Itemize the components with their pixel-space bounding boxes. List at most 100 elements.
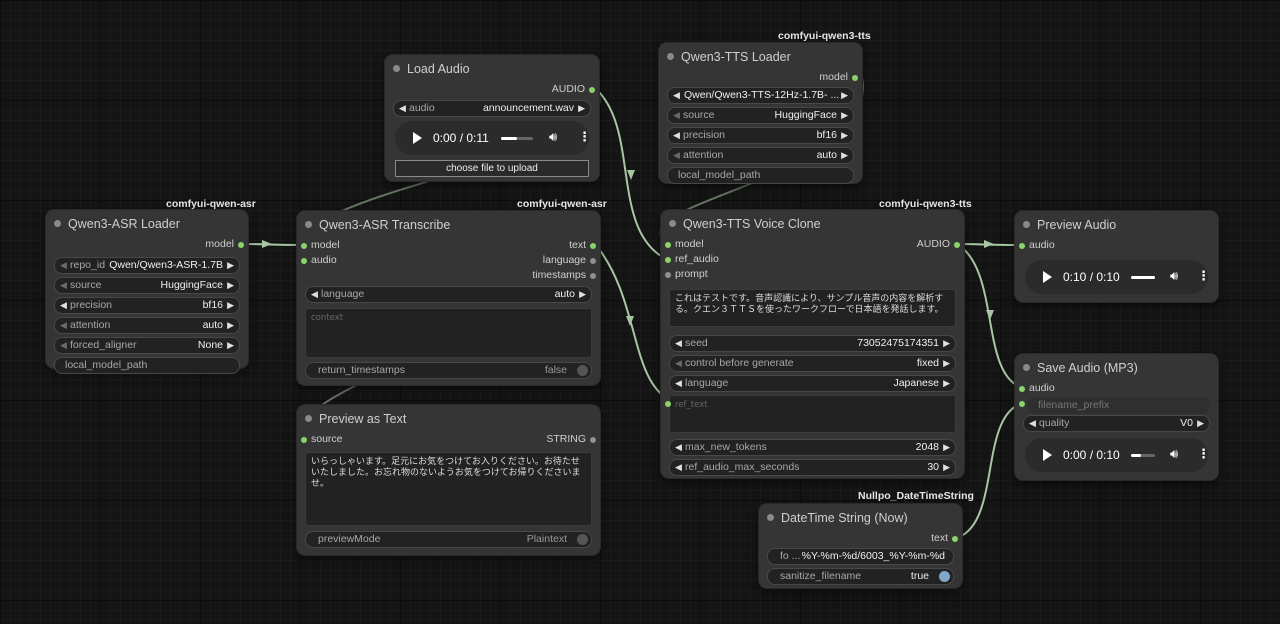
node-qwen3-asr-loader[interactable]: Qwen3-ASR Loader model ◀ repo_id Qwen/Qwen… (46, 210, 248, 374)
play-icon[interactable] (1043, 271, 1052, 283)
slot-row-audio[interactable]: audio (1015, 239, 1218, 254)
output-slot-text[interactable]: text (759, 532, 962, 547)
combo-attention[interactable]: ◀ attention auto ▶ (667, 147, 854, 164)
node-save-audio-mp3[interactable]: Save Audio (MP3) audio filename_prefix ◀… (1015, 354, 1218, 480)
collapse-dot-icon[interactable] (305, 415, 312, 422)
node-title[interactable]: Save Audio (MP3) (1015, 354, 1218, 382)
number-seed[interactable]: ◀ seed 73052475174351 ▶ (669, 335, 956, 352)
collapse-dot-icon[interactable] (393, 65, 400, 72)
slot-row-ref-audio[interactable]: ref_audio (661, 253, 964, 268)
slot-row-timestamps[interactable]: timestamps (297, 269, 600, 284)
collapse-dot-icon[interactable] (305, 221, 312, 228)
text-local-model-path[interactable]: local_model_path (54, 357, 240, 374)
node-qwen3-tts-voice-clone[interactable]: Qwen3-TTS Voice Clone model AUDIO ref_au… (661, 210, 964, 478)
node-title[interactable]: Preview as Text (297, 405, 600, 433)
slot-row-model-text[interactable]: model text (297, 239, 600, 254)
slot-dot-icon[interactable] (852, 75, 858, 81)
text-filename-prefix[interactable]: filename_prefix (1027, 397, 1210, 414)
combo-language[interactable]: ◀ language auto ▶ (305, 286, 592, 303)
slot-dot-icon[interactable] (665, 401, 671, 407)
node-qwen3-tts-loader[interactable]: Qwen3-TTS Loader model ◀ Qwen/Qwen3-TTS-1… (659, 43, 862, 184)
slot-row-model-audio[interactable]: model AUDIO (661, 238, 964, 253)
slot-dot-icon[interactable] (301, 258, 307, 264)
toggle-sanitize-filename[interactable]: sanitize_filename true (767, 568, 954, 585)
combo-source[interactable]: ◀ source HuggingFace ▶ (667, 107, 854, 124)
combo-repo-id[interactable]: ◀ repo_id Qwen/Qwen3-ASR-1.7B ▶ (54, 257, 240, 274)
output-slot-model[interactable]: model (659, 71, 862, 86)
slot-dot-icon[interactable] (665, 242, 671, 248)
slot-dot-icon[interactable] (1019, 243, 1025, 249)
prompt-textarea[interactable]: これはテストです。音声認識により、サンプル音声の内容を解析する。クエン３ＴＴＳを… (669, 289, 956, 327)
number-ref-audio-max-seconds[interactable]: ◀ ref_audio_max_seconds 30 ▶ (669, 459, 956, 476)
slot-dot-icon[interactable] (952, 536, 958, 542)
node-load-audio[interactable]: Load Audio AUDIO ◀ audio announcement.wav ▶… (385, 55, 599, 181)
volume-icon[interactable]: 🔊︎ (549, 129, 557, 145)
volume-icon[interactable]: 🔊︎ (1170, 268, 1178, 284)
ref-text-textarea[interactable]: ref_text (669, 395, 956, 433)
audio-player[interactable]: 0:10 / 0:10 🔊︎ ⋮ (1025, 260, 1210, 294)
node-title[interactable]: Qwen3-ASR Transcribe (297, 211, 600, 239)
node-title[interactable]: Qwen3-ASR Loader (46, 210, 248, 238)
text-local-model-path[interactable]: local_model_path (667, 167, 854, 184)
toggle-return-timestamps[interactable]: return_timestamps false (305, 362, 592, 379)
combo-precision[interactable]: ◀ precision bf16 ▶ (54, 297, 240, 314)
slot-dot-icon[interactable] (301, 243, 307, 249)
collapse-dot-icon[interactable] (669, 220, 676, 227)
node-preview-audio[interactable]: Preview Audio audio 0:10 / 0:10 🔊︎ ⋮ (1015, 211, 1218, 302)
slot-dot-icon[interactable] (954, 242, 960, 248)
collapse-dot-icon[interactable] (1023, 364, 1030, 371)
slot-row-source-string[interactable]: source STRING (297, 433, 600, 448)
preview-textarea[interactable]: いらっしゃいます。足元にお気をつけてお入りください。お待たせいたしました。お忘れ… (305, 452, 592, 526)
play-icon[interactable] (413, 132, 422, 144)
node-qwen3-asr-transcribe[interactable]: Qwen3-ASR Transcribe model text audio la… (297, 211, 600, 385)
seek-slider[interactable] (1131, 276, 1155, 279)
seek-slider[interactable] (501, 137, 533, 140)
slot-row-audio-language[interactable]: audio language (297, 254, 600, 269)
context-textarea[interactable]: context (305, 308, 592, 358)
combo-precision[interactable]: ◀ precision bf16 ▶ (667, 127, 854, 144)
slot-dot-icon[interactable] (665, 272, 671, 278)
play-icon[interactable] (1043, 449, 1052, 461)
node-datetime-string[interactable]: DateTime String (Now) text fo ... %Y-%m-%… (759, 504, 962, 588)
text-format[interactable]: fo ... %Y-%m-%d/6003_%Y-%m-%d (767, 548, 954, 565)
combo-forced-aligner[interactable]: ◀ forced_aligner None ▶ (54, 337, 240, 354)
collapse-dot-icon[interactable] (667, 53, 674, 60)
combo-control-before-generate[interactable]: ◀ control before generate fixed ▶ (669, 355, 956, 372)
slot-dot-icon[interactable] (590, 258, 596, 264)
output-slot-model[interactable]: model (46, 238, 248, 253)
node-title[interactable]: Qwen3-TTS Voice Clone (661, 210, 964, 238)
volume-icon[interactable]: 🔊︎ (1170, 446, 1178, 462)
seek-slider[interactable] (1131, 454, 1155, 457)
combo-audio-file[interactable]: ◀ audio announcement.wav ▶ (393, 100, 591, 117)
slot-dot-icon[interactable] (1019, 386, 1025, 392)
more-options-icon[interactable]: ⋮ (578, 129, 591, 145)
slot-dot-icon[interactable] (589, 87, 595, 93)
choose-file-button[interactable]: choose file to upload (395, 160, 589, 177)
combo-model-repo[interactable]: ◀ Qwen/Qwen3-TTS-12Hz-1.7B- ... ▶ (667, 87, 854, 104)
slot-dot-icon[interactable] (590, 273, 596, 279)
more-options-icon[interactable]: ⋮ (1197, 446, 1210, 462)
node-title[interactable]: Qwen3-TTS Loader (659, 43, 862, 71)
toggle-preview-mode[interactable]: previewMode Plaintext (305, 531, 592, 548)
audio-player[interactable]: 0:00 / 0:10 🔊︎ ⋮ (1025, 438, 1210, 472)
slot-row-prompt[interactable]: prompt (661, 268, 964, 283)
slot-dot-icon[interactable] (590, 437, 596, 443)
slot-dot-icon[interactable] (665, 257, 671, 263)
slot-dot-icon[interactable] (590, 243, 596, 249)
slot-dot-icon[interactable] (238, 242, 244, 248)
slot-dot-icon[interactable] (301, 437, 307, 443)
collapse-dot-icon[interactable] (1023, 221, 1030, 228)
audio-player[interactable]: 0:00 / 0:11 🔊︎ ⋮ (395, 121, 591, 155)
node-title[interactable]: Load Audio (385, 55, 599, 83)
collapse-dot-icon[interactable] (54, 220, 61, 227)
combo-language[interactable]: ◀ language Japanese ▶ (669, 375, 956, 392)
output-slot-audio[interactable]: AUDIO (385, 83, 599, 98)
node-preview-as-text[interactable]: Preview as Text source STRING いらっしゃいます。足… (297, 405, 600, 555)
combo-source[interactable]: ◀ source HuggingFace ▶ (54, 277, 240, 294)
more-options-icon[interactable]: ⋮ (1197, 268, 1210, 284)
number-max-new-tokens[interactable]: ◀ max_new_tokens 2048 ▶ (669, 439, 956, 456)
node-title[interactable]: Preview Audio (1015, 211, 1218, 239)
slot-dot-icon[interactable] (1019, 401, 1025, 407)
node-title[interactable]: DateTime String (Now) (759, 504, 962, 532)
combo-quality[interactable]: ◀ quality V0 ▶ (1023, 415, 1210, 432)
